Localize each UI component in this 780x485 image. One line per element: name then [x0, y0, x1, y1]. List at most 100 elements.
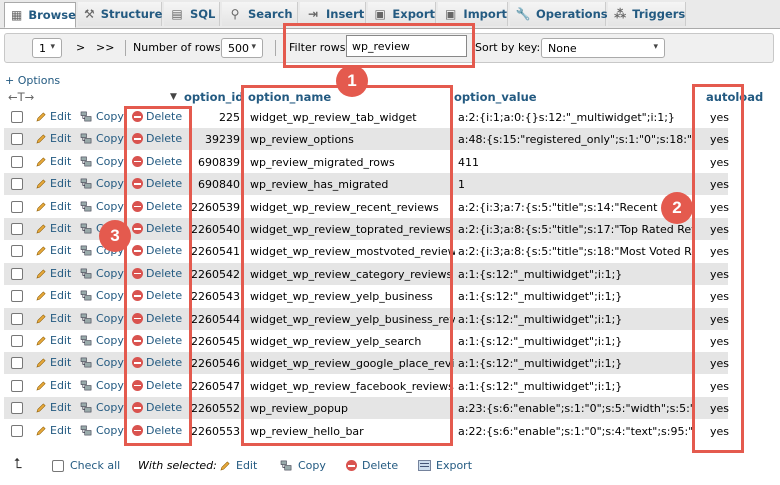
row-edit-button[interactable]: Edit: [36, 424, 71, 437]
row-checkbox[interactable]: [11, 402, 23, 415]
row-edit-button[interactable]: Edit: [36, 110, 71, 123]
cell-option-value: a:48:{s:15:"registered_only";s:1:"0";s:1…: [458, 133, 692, 147]
cell-option-value: a:23:{s:6:"enable";s:1:"0";s:5:"width";s…: [458, 402, 692, 416]
copy-icon: [80, 402, 92, 413]
copy-icon: [80, 358, 92, 368]
pencil-icon: [36, 134, 46, 144]
row-copy-button[interactable]: Copy: [80, 289, 124, 302]
column-header-option-id[interactable]: option_id: [184, 90, 244, 106]
footer-edit-button[interactable]: Edit: [220, 459, 257, 472]
search-icon: ⚲: [230, 7, 240, 21]
check-all-label[interactable]: Check all: [70, 459, 120, 472]
sort-select[interactable]: None ▾: [541, 38, 665, 58]
copy-icon: [80, 380, 92, 391]
footer-export-button[interactable]: Export: [418, 459, 472, 472]
row-copy-button[interactable]: Copy: [80, 132, 124, 145]
footer-delete-button[interactable]: Delete: [346, 459, 398, 472]
row-copy-button[interactable]: Copy: [80, 155, 124, 168]
cell-option-value: a:1:{s:12:"_multiwidget";i:1;}: [458, 335, 623, 348]
options-link[interactable]: + Options: [5, 74, 60, 87]
row-edit-button[interactable]: Edit: [36, 312, 71, 325]
row-edit-button[interactable]: Edit: [36, 132, 71, 145]
row-checkbox[interactable]: [11, 245, 23, 258]
tab-triggers[interactable]: ⁂ Triggers: [608, 2, 686, 26]
row-copy-button[interactable]: Copy: [80, 334, 124, 347]
row-copy-button[interactable]: Copy: [80, 200, 124, 213]
cell-option-value: a:1:{s:12:"_multiwidget";i:1;}: [458, 379, 623, 393]
row-copy-button[interactable]: Copy: [80, 401, 124, 414]
row-edit-button[interactable]: Edit: [36, 379, 71, 392]
copy-icon: [80, 425, 92, 435]
column-header-option-value[interactable]: option_value: [454, 90, 537, 106]
tab-structure[interactable]: ⚒ Structure: [78, 2, 162, 26]
next-page-button[interactable]: >: [76, 41, 85, 54]
tab-browse[interactable]: ▦ Browse: [4, 2, 76, 28]
cell-option-value: a:2:{i:3;a:8:{s:5:"title";s:18:"Most Vot…: [458, 245, 692, 259]
divider: [275, 40, 276, 56]
copy-icon: [80, 134, 92, 144]
last-page-button[interactable]: >>: [96, 41, 114, 54]
rows-select[interactable]: 500 ▾: [221, 38, 263, 58]
row-edit-button[interactable]: Edit: [36, 155, 71, 168]
copy-icon: [80, 290, 92, 301]
annotation-box-autoload: [692, 84, 744, 453]
chevron-down-icon: ▾: [251, 42, 256, 52]
import-icon: ▣: [445, 7, 457, 21]
chevron-down-icon: ▾: [50, 42, 55, 52]
row-checkbox[interactable]: [11, 267, 23, 280]
row-checkbox[interactable]: [11, 200, 23, 213]
page-select[interactable]: 1 ▾: [32, 38, 62, 58]
select-arrow-icon: ⮤: [14, 456, 23, 472]
row-checkbox[interactable]: [11, 223, 23, 235]
row-copy-button[interactable]: Copy: [80, 177, 124, 190]
triggers-icon: ⁂: [614, 7, 627, 21]
pencil-icon: [36, 336, 46, 346]
tab-operations[interactable]: 🔧 Operations: [510, 2, 608, 26]
row-checkbox[interactable]: [11, 111, 23, 123]
divider: [125, 40, 126, 56]
annotation-box-option-name: [241, 85, 453, 446]
tab-sql[interactable]: ▤ SQL: [164, 2, 220, 26]
check-all-checkbox[interactable]: [52, 460, 64, 472]
row-edit-button[interactable]: Edit: [36, 289, 71, 302]
row-edit-button[interactable]: Edit: [36, 244, 71, 257]
row-edit-button[interactable]: Edit: [36, 177, 71, 190]
row-copy-button[interactable]: Copy: [80, 424, 124, 437]
row-edit-button[interactable]: Edit: [36, 334, 71, 347]
sort-by-key-label: Sort by key:: [475, 41, 541, 54]
row-checkbox[interactable]: [11, 133, 23, 146]
row-edit-button[interactable]: Edit: [36, 356, 71, 369]
row-checkbox[interactable]: [11, 379, 23, 392]
row-copy-button[interactable]: Copy: [80, 110, 124, 123]
cell-option-value: a:1:{s:12:"_multiwidget";i:1;}: [458, 290, 623, 304]
row-copy-button[interactable]: Copy: [80, 379, 124, 392]
copy-icon: [80, 223, 92, 234]
row-checkbox[interactable]: [11, 357, 23, 370]
pencil-icon: [36, 291, 46, 301]
row-copy-button[interactable]: Copy: [80, 267, 124, 280]
row-checkbox[interactable]: [11, 178, 23, 191]
footer-copy-button[interactable]: Copy: [280, 459, 326, 472]
copy-icon: [80, 178, 92, 189]
cell-option-value: a:2:{i:1;a:0:{}s:12:"_multiwidget";i:1;}: [458, 111, 675, 124]
cell-option-value: a:22:{s:6:"enable";s:1:"0";s:4:"text";s:…: [458, 424, 692, 438]
row-copy-button[interactable]: Copy: [80, 312, 124, 325]
browse-icon: ▦: [11, 8, 23, 22]
annotation-badge-1: 1: [336, 65, 368, 97]
row-edit-button[interactable]: Edit: [36, 200, 71, 213]
row-checkbox[interactable]: [11, 424, 23, 437]
row-checkbox[interactable]: [11, 155, 23, 168]
row-checkbox[interactable]: [11, 335, 23, 347]
pencil-icon: [36, 314, 46, 324]
row-edit-button[interactable]: Edit: [36, 267, 71, 280]
column-resize-arrows[interactable]: ←T→: [8, 90, 34, 106]
row-copy-button[interactable]: Copy: [80, 356, 124, 369]
row-checkbox[interactable]: [11, 290, 23, 303]
copy-icon: [80, 111, 92, 122]
annotation-box-filter: [283, 23, 475, 68]
row-checkbox[interactable]: [11, 312, 23, 325]
cell-option-value: a:1:{s:12:"_multiwidget";i:1;}: [458, 357, 623, 371]
copy-icon: [80, 246, 92, 256]
row-edit-button[interactable]: Edit: [36, 401, 71, 414]
row-edit-button[interactable]: Edit: [36, 222, 71, 235]
